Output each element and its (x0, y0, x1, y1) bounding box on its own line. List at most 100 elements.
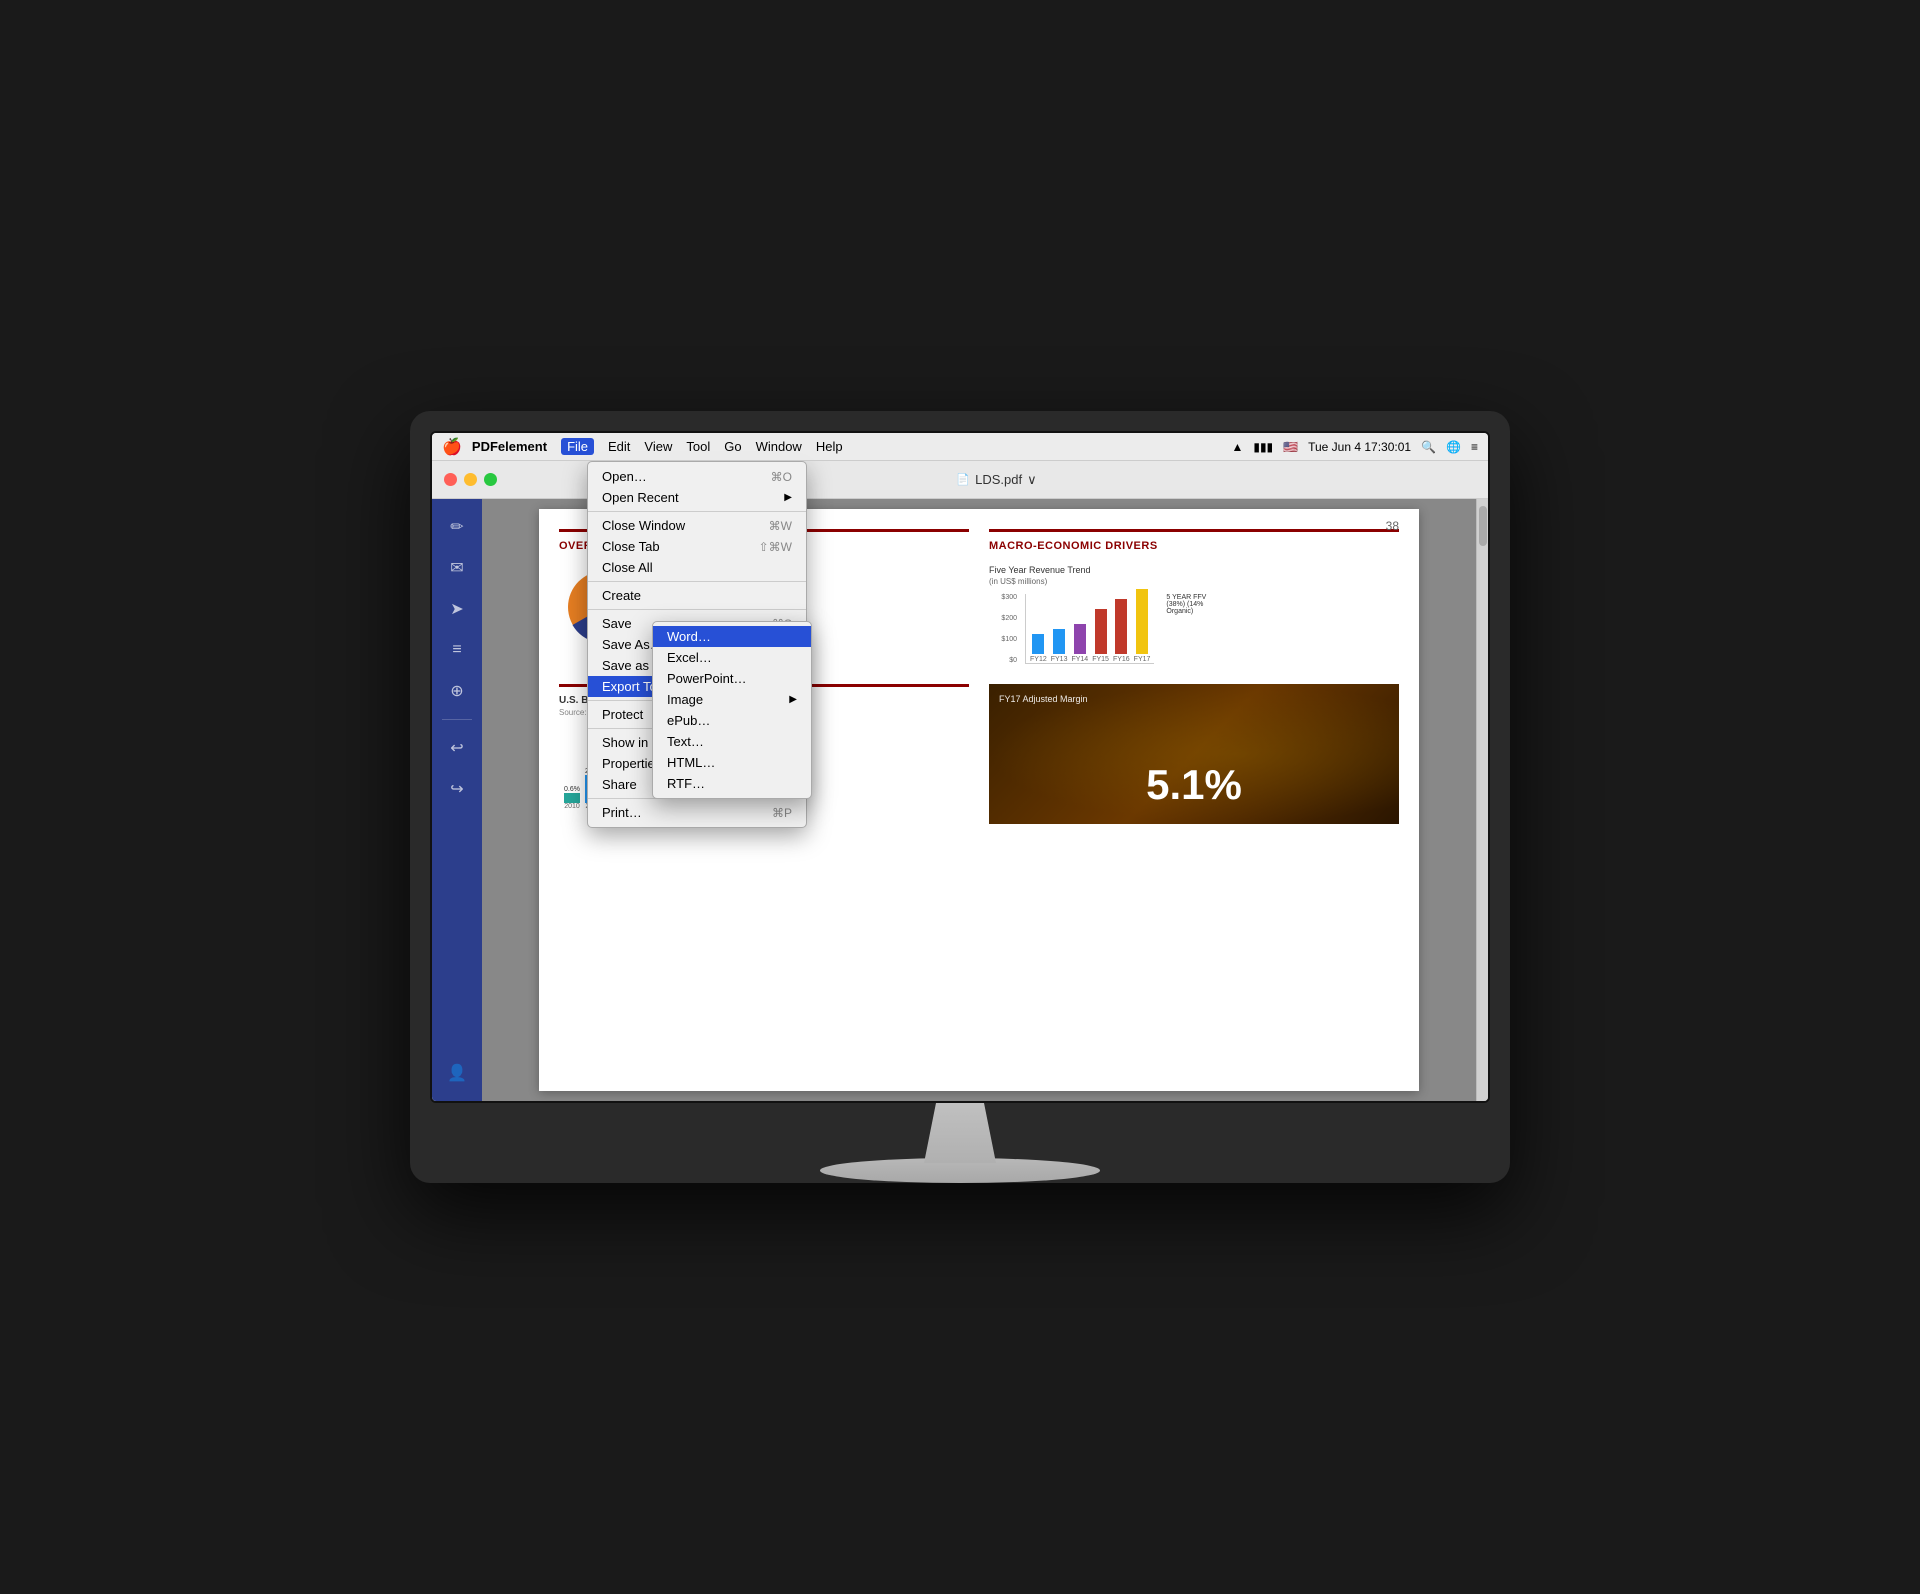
menu-open[interactable]: Open… ⌘O (588, 466, 806, 487)
export-word[interactable]: Word… (653, 626, 811, 647)
menu-close-window[interactable]: Close Window ⌘W (588, 515, 806, 536)
close-all-label: Close All (602, 560, 653, 575)
print-shortcut: ⌘P (752, 806, 792, 820)
export-text[interactable]: Text… (653, 731, 811, 752)
close-button[interactable] (444, 473, 457, 486)
go-menu-item[interactable]: Go (724, 439, 741, 454)
pdf-icon: 📄 (956, 473, 970, 486)
revenue-subtitle: (in US$ millions) (989, 577, 1399, 586)
open-recent-label: Open Recent (602, 490, 679, 505)
tool-menu-item[interactable]: Tool (686, 439, 710, 454)
battery-icon: ▮▮▮ (1253, 440, 1273, 454)
fy16-label: FY16 (1113, 656, 1130, 663)
close-window-shortcut: ⌘W (749, 519, 792, 533)
fy15-label: FY15 (1092, 656, 1109, 663)
view-menu-item[interactable]: View (644, 439, 672, 454)
menu-icon[interactable]: ≡ (1471, 440, 1478, 454)
share-label: Share (602, 777, 637, 792)
open-shortcut: ⌘O (751, 470, 792, 484)
export-rtf[interactable]: RTF… (653, 773, 811, 794)
sidebar-icon-menu[interactable]: ≡ (439, 632, 475, 668)
close-tab-shortcut: ⇧⌘W (739, 540, 792, 554)
sidebar-icon-redo[interactable]: ↪ (439, 771, 475, 807)
fy14-label: FY14 (1071, 656, 1088, 663)
macro-title: MACRO-ECONOMIC DRIVERS (989, 540, 1399, 552)
menubar-right: ▲ ▮▮▮ 🇺🇸 Tue Jun 4 17:30:01 🔍 🌐 ≡ (1231, 440, 1478, 454)
sidebar-icon-user[interactable]: 👤 (439, 1055, 475, 1091)
scroll-thumb[interactable] (1479, 506, 1487, 546)
y-label-0: $0 (989, 657, 1017, 664)
edit-menu-item[interactable]: Edit (608, 439, 630, 454)
window-menu-item[interactable]: Window (756, 439, 802, 454)
html-label: HTML… (667, 755, 715, 770)
sep1 (588, 511, 806, 512)
fy17-label: FY17 (1134, 656, 1151, 663)
export-excel[interactable]: Excel… (653, 647, 811, 668)
open-recent-arrow: ▶ (784, 492, 792, 503)
maximize-button[interactable] (484, 473, 497, 486)
word-label: Word… (667, 629, 711, 644)
export-image[interactable]: Image ▶ (653, 689, 811, 710)
monitor-stand (430, 1103, 1490, 1183)
fy12-label: FY12 (1030, 656, 1047, 663)
scrollbar[interactable] (1476, 499, 1488, 1101)
fy17-section: FY17 Adjusted Margin 5.1% (989, 684, 1399, 824)
export-powerpoint[interactable]: PowerPoint… (653, 668, 811, 689)
sidebar-icon-undo[interactable]: ↩ (439, 730, 475, 766)
clock: Tue Jun 4 17:30:01 (1308, 440, 1411, 454)
export-epub[interactable]: ePub… (653, 710, 811, 731)
export-html[interactable]: HTML… (653, 752, 811, 773)
monitor: 🍎 PDFelement File Edit View Tool Go Wind… (410, 411, 1510, 1183)
bar-val-2010: 0.6% (564, 786, 580, 793)
left-sidebar: ✏ ✉ ➤ ≡ ⊕ ↩ ↪ 👤 (432, 499, 482, 1101)
sidebar-icon-pencil[interactable]: ✏ (439, 509, 475, 545)
menu-open-recent[interactable]: Open Recent ▶ (588, 487, 806, 508)
bar-lbl-2010: 2010 (564, 803, 580, 810)
menu-close-tab[interactable]: Close Tab ⇧⌘W (588, 536, 806, 557)
excel-label: Excel… (667, 650, 712, 665)
sidebar-icon-share[interactable]: ➤ (439, 591, 475, 627)
chart-legend: 5 YEAR FFV (38%) (14% Organic) (1166, 594, 1226, 615)
file-menu-item[interactable]: File (561, 438, 594, 455)
sidebar-icon-add[interactable]: ⊕ (439, 673, 475, 709)
dropdown-caret[interactable]: ∨ (1027, 472, 1037, 488)
sidebar-divider (442, 719, 472, 720)
menu-close-all[interactable]: Close All (588, 557, 806, 578)
flag-icon: 🇺🇸 (1283, 440, 1298, 454)
app-name[interactable]: PDFelement (472, 439, 547, 454)
create-label: Create (602, 588, 641, 603)
print-label: Print… (602, 805, 642, 820)
y-label-300: $300 (989, 594, 1017, 601)
help-menu-item[interactable]: Help (816, 439, 843, 454)
margin-number: 5.1% (989, 761, 1399, 809)
search-icon[interactable]: 🔍 (1421, 440, 1436, 454)
globe-icon[interactable]: 🌐 (1446, 440, 1461, 454)
sidebar-bottom: 👤 (439, 1055, 475, 1091)
revenue-chart: Five Year Revenue Trend (in US$ millions… (989, 560, 1399, 669)
close-window-label: Close Window (602, 518, 685, 533)
text-label: Text… (667, 734, 704, 749)
export-to-label: Export To (602, 679, 657, 694)
macro-section: MACRO-ECONOMIC DRIVERS Five Year Revenue… (989, 529, 1399, 669)
page-number: 38 (1386, 519, 1399, 533)
menu-print[interactable]: Print… ⌘P (588, 802, 806, 823)
menu-create[interactable]: Create (588, 585, 806, 606)
apple-menu[interactable]: 🍎 (442, 437, 462, 457)
rtf-label: RTF… (667, 776, 705, 791)
sidebar-icon-comment[interactable]: ✉ (439, 550, 475, 586)
y-label-100: $100 (989, 636, 1017, 643)
menubar: 🍎 PDFelement File Edit View Tool Go Wind… (432, 433, 1488, 461)
stand-neck (900, 1103, 1020, 1163)
open-label: Open… (602, 469, 647, 484)
sep3 (588, 609, 806, 610)
y-label-200: $200 (989, 615, 1017, 622)
minimize-button[interactable] (464, 473, 477, 486)
filename: LDS.pdf (975, 472, 1022, 487)
epub-label: ePub… (667, 713, 710, 728)
screen: 🍎 PDFelement File Edit View Tool Go Wind… (430, 431, 1490, 1103)
fy13-label: FY13 (1051, 656, 1068, 663)
traffic-lights (444, 473, 497, 486)
save-label: Save (602, 616, 632, 631)
export-submenu[interactable]: Word… Excel… PowerPoint… Image ▶ ePub… (652, 621, 812, 799)
sep2 (588, 581, 806, 582)
